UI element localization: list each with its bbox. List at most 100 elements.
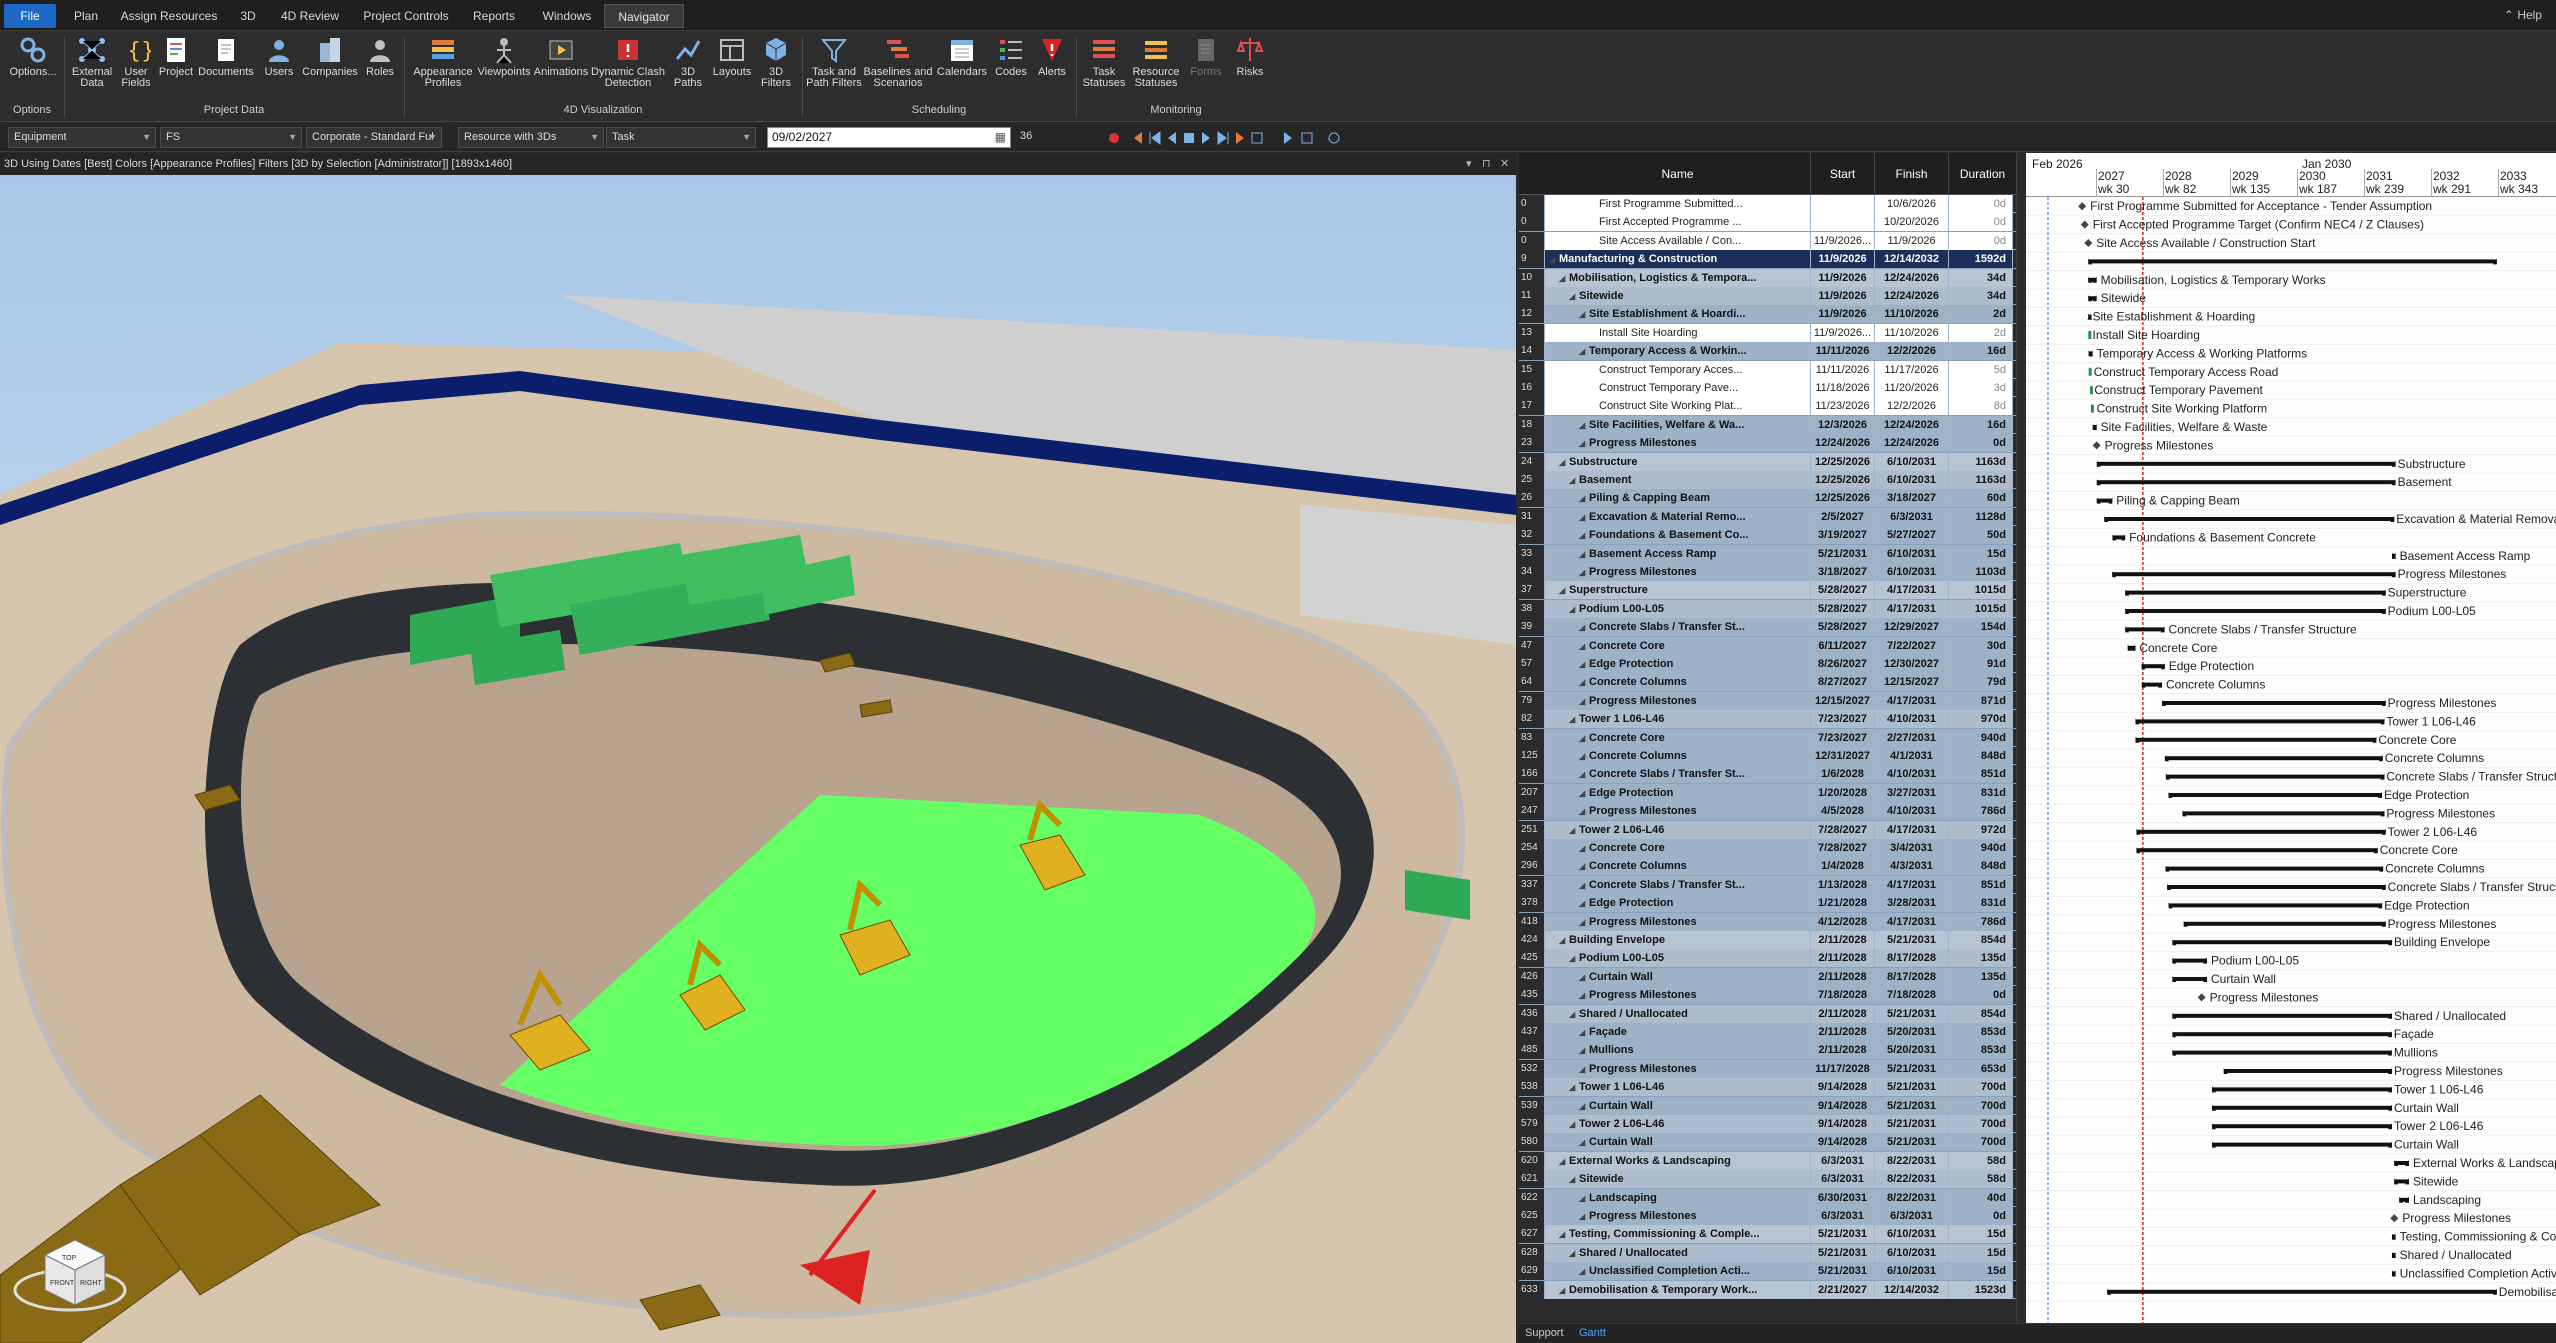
- task-finish[interactable]: 6/10/2031: [1875, 1225, 1949, 1244]
- collapse-toggle-icon[interactable]: ◢: [1569, 1079, 1579, 1096]
- collapse-toggle-icon[interactable]: ◢: [1579, 1208, 1589, 1225]
- task-start[interactable]: 11/9/2026: [1811, 250, 1875, 269]
- task-duration[interactable]: 5d: [1949, 360, 2013, 379]
- task-start[interactable]: 12/25/2026: [1811, 489, 1875, 508]
- task-duration[interactable]: 1163d: [1949, 452, 2013, 471]
- task-duration[interactable]: 1592d: [1949, 250, 2013, 269]
- task-duration[interactable]: 970d: [1949, 710, 2013, 729]
- task-name-cell[interactable]: Construct Temporary Pave...: [1545, 379, 1811, 397]
- task-start[interactable]: 5/21/2031: [1811, 1225, 1875, 1244]
- risks-button[interactable]: Risks: [1228, 35, 1272, 97]
- collapse-toggle-icon[interactable]: ◢: [1579, 417, 1589, 434]
- task-finish[interactable]: 4/10/2031: [1875, 765, 1949, 784]
- task-row[interactable]: 0 First Programme Submitted... 10/6/2026 0d: [1519, 195, 2017, 214]
- task-duration[interactable]: 0d: [1949, 986, 2013, 1005]
- task-duration[interactable]: 1128d: [1949, 507, 2013, 526]
- task-finish[interactable]: 8/17/2028: [1875, 967, 1949, 986]
- tab-4d-review[interactable]: 4D Review: [272, 4, 348, 28]
- task-start[interactable]: 5/28/2027: [1811, 581, 1875, 600]
- task-name-cell[interactable]: First Programme Submitted...: [1545, 195, 1811, 213]
- task-row[interactable]: 32 ◢ Foundations & Basement Co... 3/19/2027…: [1519, 526, 2017, 545]
- task-name-cell[interactable]: ◢ Basement Access Ramp: [1545, 544, 1811, 563]
- task-finish[interactable]: 3/4/2031: [1875, 839, 1949, 857]
- task-name-cell[interactable]: ◢ Façade: [1545, 1023, 1811, 1041]
- task-name-cell[interactable]: ◢ Manufacturing & Construction: [1545, 250, 1811, 269]
- task-duration[interactable]: 853d: [1949, 1023, 2013, 1041]
- task-name-cell[interactable]: ◢ Shared / Unallocated: [1545, 1004, 1811, 1023]
- task-start[interactable]: 11/9/2026...: [1811, 323, 1875, 342]
- task-duration[interactable]: 854d: [1949, 931, 2013, 949]
- project-button[interactable]: Project: [156, 35, 196, 97]
- task-duration[interactable]: 30d: [1949, 636, 2013, 655]
- users-button[interactable]: Users: [258, 35, 300, 97]
- task-finish[interactable]: 11/17/2026: [1875, 360, 1949, 379]
- task-name-cell[interactable]: ◢ Curtain Wall: [1545, 1133, 1811, 1152]
- collapse-toggle-icon[interactable]: ◢: [1579, 546, 1589, 563]
- collapse-toggle-icon[interactable]: ◢: [1579, 1134, 1589, 1151]
- task-row[interactable]: 629 ◢ Unclassified Completion Acti... 5/21/…: [1519, 1262, 2017, 1281]
- collapse-toggle-icon[interactable]: ◢: [1569, 1245, 1579, 1262]
- task-finish[interactable]: 5/27/2027: [1875, 526, 1949, 545]
- task-duration[interactable]: 16d: [1949, 342, 2013, 361]
- documents-button[interactable]: Documents: [196, 35, 256, 97]
- collapse-toggle-icon[interactable]: ◢: [1579, 1061, 1589, 1078]
- task-finish[interactable]: 6/10/2031: [1875, 544, 1949, 563]
- appearance-profiles-button[interactable]: Appearance Profiles: [408, 35, 478, 97]
- vertical-scrollbar[interactable]: [2016, 195, 2017, 1325]
- task-finish[interactable]: 8/17/2028: [1875, 949, 1949, 968]
- task-duration[interactable]: 15d: [1949, 1243, 2013, 1262]
- collapse-toggle-icon[interactable]: ◢: [1559, 582, 1569, 599]
- tab-3d[interactable]: 3D: [232, 4, 264, 28]
- task-name-cell[interactable]: Construct Temporary Acces...: [1545, 360, 1811, 379]
- task-name-cell[interactable]: ◢ Building Envelope: [1545, 931, 1811, 949]
- task-finish[interactable]: 4/17/2031: [1875, 820, 1949, 839]
- task-duration[interactable]: 3d: [1949, 379, 2013, 397]
- collapse-toggle-icon[interactable]: ◢: [1579, 343, 1589, 360]
- collapse-toggle-icon[interactable]: ◢: [1579, 509, 1589, 526]
- task-finish[interactable]: 2/27/2031: [1875, 728, 1949, 747]
- task-finish[interactable]: 4/1/2031: [1875, 747, 1949, 765]
- task-start[interactable]: 3/18/2027: [1811, 563, 1875, 581]
- task-finish[interactable]: 11/20/2026: [1875, 379, 1949, 397]
- task-finish[interactable]: 5/21/2031: [1875, 1133, 1949, 1152]
- task-duration[interactable]: 79d: [1949, 673, 2013, 692]
- task-row[interactable]: 426 ◢ Curtain Wall 2/11/2028 8/17/2028 135d: [1519, 967, 2017, 987]
- task-name-cell[interactable]: ◢ Site Facilities, Welfare & Wa...: [1545, 415, 1811, 434]
- task-row[interactable]: 34 ◢ Progress Milestones 3/18/2027 6/10/2031…: [1519, 563, 2017, 582]
- collapse-toggle-icon[interactable]: ◢: [1579, 1263, 1589, 1280]
- user-fields-button[interactable]: {} User Fields: [116, 35, 156, 97]
- column-header-finish[interactable]: Finish: [1875, 153, 1949, 195]
- task-finish[interactable]: 10/20/2026: [1875, 213, 1949, 232]
- task-name-cell[interactable]: ◢ Concrete Columns: [1545, 857, 1811, 876]
- collapse-toggle-icon[interactable]: ◢: [1569, 601, 1579, 618]
- task-row[interactable]: 579 ◢ Tower 2 L06-L46 9/14/2028 5/21/2031 700…: [1519, 1115, 2017, 1134]
- task-name-cell[interactable]: ◢ Temporary Access & Workin...: [1545, 342, 1811, 361]
- collapse-toggle-icon[interactable]: ◢: [1559, 270, 1569, 287]
- task-start[interactable]: 5/21/2031: [1811, 544, 1875, 563]
- 3d-viewport[interactable]: TOP FRONT RIGHT: [0, 175, 1516, 1343]
- pin-icon[interactable]: ▾: [1466, 153, 1472, 175]
- column-header-name[interactable]: Name: [1545, 153, 1811, 195]
- task-row[interactable]: 13 Install Site Hoarding 11/9/2026... 11/10…: [1519, 323, 2017, 343]
- task-row[interactable]: 24 ◢ Substructure 12/25/2026 6/10/2031 1163d: [1519, 452, 2017, 471]
- task-finish[interactable]: 12/29/2027: [1875, 618, 1949, 637]
- task-row[interactable]: 9 ◢ Manufacturing & Construction 11/9/2026 1…: [1519, 250, 2017, 269]
- task-name-cell[interactable]: Construct Site Working Plat...: [1545, 397, 1811, 416]
- task-name-cell[interactable]: ◢ Concrete Slabs / Transfer St...: [1545, 618, 1811, 637]
- task-duration[interactable]: 15d: [1949, 1262, 2013, 1281]
- task-row[interactable]: 532 ◢ Progress Milestones 11/17/2028 5/21/20…: [1519, 1059, 2017, 1079]
- task-duration[interactable]: 851d: [1949, 875, 2013, 894]
- task-duration[interactable]: 2d: [1949, 305, 2013, 324]
- task-finish[interactable]: 12/14/2032: [1875, 250, 1949, 269]
- collapse-toggle-icon[interactable]: ◢: [1579, 490, 1589, 507]
- task-duration[interactable]: 940d: [1949, 839, 2013, 857]
- collapse-toggle-icon[interactable]: ◢: [1579, 674, 1589, 691]
- task-duration[interactable]: 972d: [1949, 820, 2013, 839]
- task-start[interactable]: 4/12/2028: [1811, 912, 1875, 931]
- task-start[interactable]: 2/11/2028: [1811, 1041, 1875, 1060]
- task-start[interactable]: 1/4/2028: [1811, 857, 1875, 876]
- task-row[interactable]: 0 Site Access Available / Con... 11/9/2026…: [1519, 231, 2017, 251]
- task-row[interactable]: 378 ◢ Edge Protection 1/21/2028 3/28/2031 831…: [1519, 894, 2017, 913]
- status-date-input[interactable]: 09/02/2027 ▦: [767, 127, 1011, 148]
- collapse-toggle-icon[interactable]: ◢: [1579, 914, 1589, 931]
